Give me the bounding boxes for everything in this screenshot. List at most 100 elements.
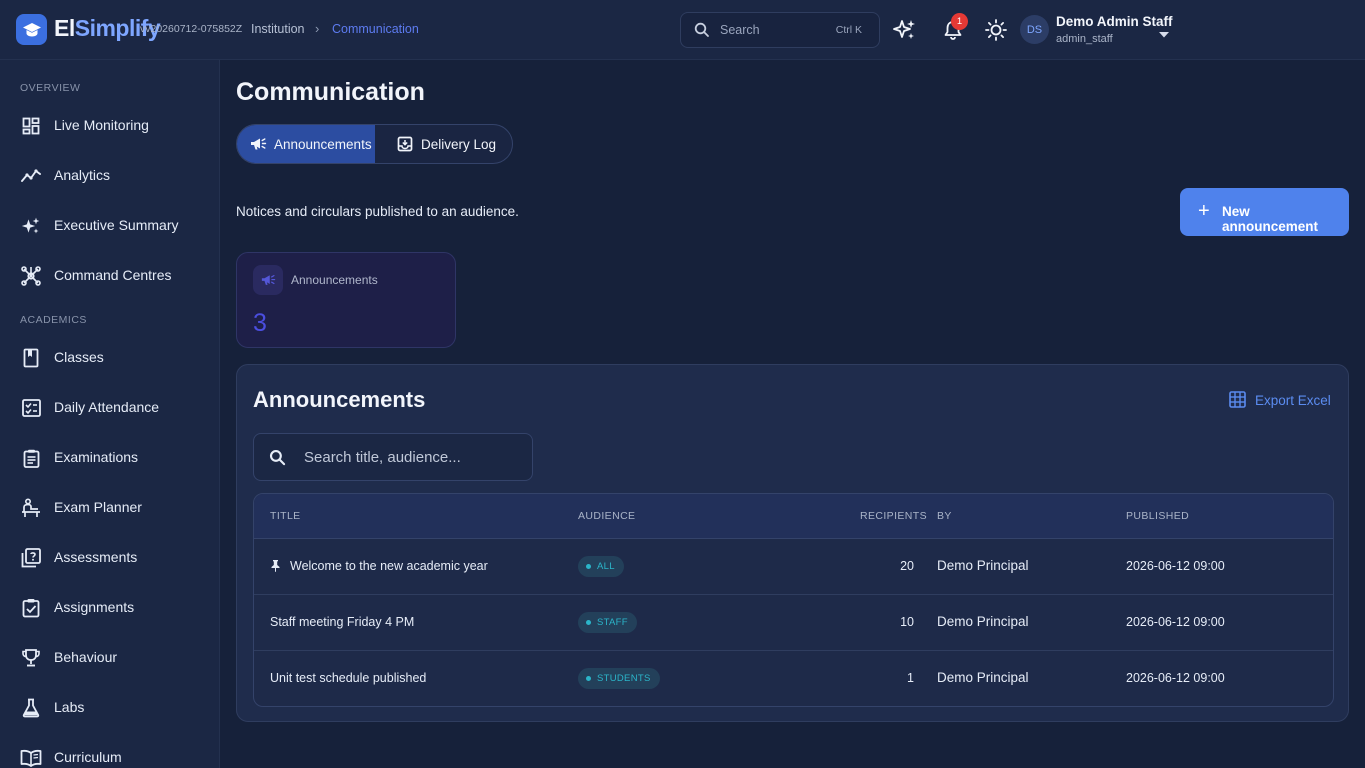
- search-shortcut: Ctrl K: [835, 24, 862, 36]
- tab-delivery-log[interactable]: Delivery Log: [375, 125, 512, 163]
- sidebar-item-classes[interactable]: Classes: [0, 337, 219, 377]
- tab-label: Delivery Log: [421, 137, 497, 152]
- sidebar-item-live-monitoring[interactable]: Live Monitoring: [0, 105, 219, 145]
- sidebar-item-label: Executive Summary: [54, 217, 179, 233]
- sidebar-item-assessments[interactable]: Assessments: [0, 537, 219, 577]
- new-announcement-label: New announcement: [1222, 204, 1319, 234]
- row-author: Demo Principal: [937, 558, 1029, 573]
- sidebar-item-executive-summary[interactable]: Executive Summary: [0, 205, 219, 245]
- version-label: vv20260712-075852Z: [140, 23, 243, 35]
- megaphone-icon: [249, 136, 267, 157]
- chevron-right-icon: ›: [315, 21, 320, 36]
- top-bar: ElSimplify vv20260712-075852Z Institutio…: [0, 0, 1365, 60]
- user-name[interactable]: Demo Admin Staff: [1056, 14, 1173, 29]
- hub-icon: [20, 265, 42, 287]
- audience-badge: ALL: [578, 556, 624, 577]
- megaphone-icon: [253, 265, 283, 295]
- sidebar-item-command-centres[interactable]: Command Centres: [0, 255, 219, 295]
- brand-part-a: El: [54, 15, 75, 41]
- row-recipients: 10: [900, 615, 914, 629]
- notification-badge: 1: [951, 13, 968, 30]
- sidebar-item-label: Labs: [54, 699, 85, 715]
- export-excel-label: Export Excel: [1255, 393, 1331, 408]
- tab-bar: Announcements Delivery Log: [236, 124, 513, 164]
- sidebar-item-label: Examinations: [54, 449, 139, 465]
- task-icon: [20, 597, 42, 619]
- stat-label: Announcements: [291, 273, 378, 287]
- audience-badge: STUDENTS: [578, 668, 660, 689]
- sidebar-item-curriculum[interactable]: Curriculum: [0, 737, 219, 768]
- nav-heading-overview: OVERVIEW: [20, 82, 81, 94]
- user-role: admin_staff: [1056, 33, 1113, 45]
- column-header-title[interactable]: TITLE: [270, 510, 301, 522]
- trophy-icon: [20, 647, 42, 669]
- row-title: Staff meeting Friday 4 PM: [270, 615, 415, 629]
- sidebar-item-label: Classes: [54, 349, 104, 365]
- table-row[interactable]: Unit test schedule published STUDENTS 1 …: [254, 651, 1333, 706]
- graduation-cap-icon[interactable]: [16, 14, 47, 45]
- table-row[interactable]: Staff meeting Friday 4 PM STAFF 10 Demo …: [254, 595, 1333, 651]
- sidebar-item-label: Assessments: [54, 549, 138, 565]
- nav-heading-academics: ACADEMICS: [20, 314, 87, 326]
- new-announcement-button[interactable]: + New announcement: [1180, 188, 1349, 236]
- table-search-placeholder: Search title, audience...: [304, 449, 461, 466]
- announcements-table: TITLE AUDIENCE RECIPIENTS BY PUBLISHED W…: [253, 493, 1334, 707]
- dashboard-icon: [20, 115, 42, 137]
- row-published: 2026-06-12 09:00: [1126, 559, 1225, 573]
- sidebar-item-exam-planner[interactable]: Exam Planner: [0, 487, 219, 527]
- sidebar-item-label: Curriculum: [54, 749, 122, 765]
- book-icon: [20, 347, 42, 369]
- row-author: Demo Principal: [937, 614, 1029, 629]
- panel-title: Announcements: [253, 387, 426, 412]
- column-header-by[interactable]: BY: [937, 510, 952, 522]
- row-recipients: 20: [900, 559, 914, 573]
- sidebar-item-label: Behaviour: [54, 649, 118, 665]
- column-header-audience[interactable]: AUDIENCE: [578, 510, 635, 522]
- table-search-input[interactable]: Search title, audience...: [253, 433, 533, 481]
- sidebar-item-label: Daily Attendance: [54, 399, 160, 415]
- sidebar-item-label: Exam Planner: [54, 499, 142, 515]
- global-search[interactable]: Search Ctrl K: [680, 12, 880, 48]
- breadcrumb-current: Communication: [332, 22, 419, 36]
- table-row[interactable]: Welcome to the new academic year ALL 20 …: [254, 539, 1333, 595]
- desk-icon: [20, 497, 42, 519]
- open-book-icon: [20, 747, 42, 768]
- row-title: Welcome to the new academic year: [290, 559, 488, 573]
- sparkle-icon[interactable]: [892, 17, 918, 43]
- search-icon: [269, 449, 286, 471]
- trend-icon: [20, 165, 42, 187]
- sidebar-item-analytics[interactable]: Analytics: [0, 155, 219, 195]
- column-header-recipients[interactable]: RECIPIENTS: [860, 510, 927, 522]
- sidebar-item-label: Live Monitoring: [54, 117, 149, 133]
- page-title: Communication: [236, 78, 425, 106]
- search-icon: [694, 22, 710, 43]
- audience-badge: STAFF: [578, 612, 637, 633]
- column-header-published[interactable]: PUBLISHED: [1126, 510, 1189, 522]
- sidebar: OVERVIEW Live Monitoring Analytics Execu…: [0, 60, 220, 768]
- search-placeholder: Search: [720, 23, 760, 37]
- sidebar-item-behaviour[interactable]: Behaviour: [0, 637, 219, 677]
- quiz-icon: [20, 547, 42, 569]
- sun-icon[interactable]: [983, 17, 1009, 43]
- sidebar-item-assignments[interactable]: Assignments: [0, 587, 219, 627]
- tab-announcements[interactable]: Announcements: [237, 125, 375, 163]
- breadcrumb-institution[interactable]: Institution: [251, 22, 305, 36]
- sidebar-item-label: Analytics: [54, 167, 111, 183]
- chevron-down-icon[interactable]: [1158, 26, 1170, 44]
- sidebar-item-examinations[interactable]: Examinations: [0, 437, 219, 477]
- row-title: Unit test schedule published: [270, 671, 427, 685]
- row-author: Demo Principal: [937, 670, 1029, 685]
- sidebar-item-label: Command Centres: [54, 267, 172, 283]
- plus-icon: +: [1198, 200, 1210, 222]
- avatar[interactable]: DS: [1020, 15, 1049, 44]
- sidebar-item-labs[interactable]: Labs: [0, 687, 219, 727]
- checklist-icon: [20, 397, 42, 419]
- row-published: 2026-06-12 09:00: [1126, 615, 1225, 629]
- sidebar-item-label: Assignments: [54, 599, 135, 615]
- flask-icon: [20, 697, 42, 719]
- sparkle-icon: [20, 215, 42, 237]
- table-header: TITLE AUDIENCE RECIPIENTS BY PUBLISHED: [254, 494, 1333, 539]
- document-icon: [20, 447, 42, 469]
- sidebar-item-daily-attendance[interactable]: Daily Attendance: [0, 387, 219, 427]
- inbox-icon: [397, 136, 413, 157]
